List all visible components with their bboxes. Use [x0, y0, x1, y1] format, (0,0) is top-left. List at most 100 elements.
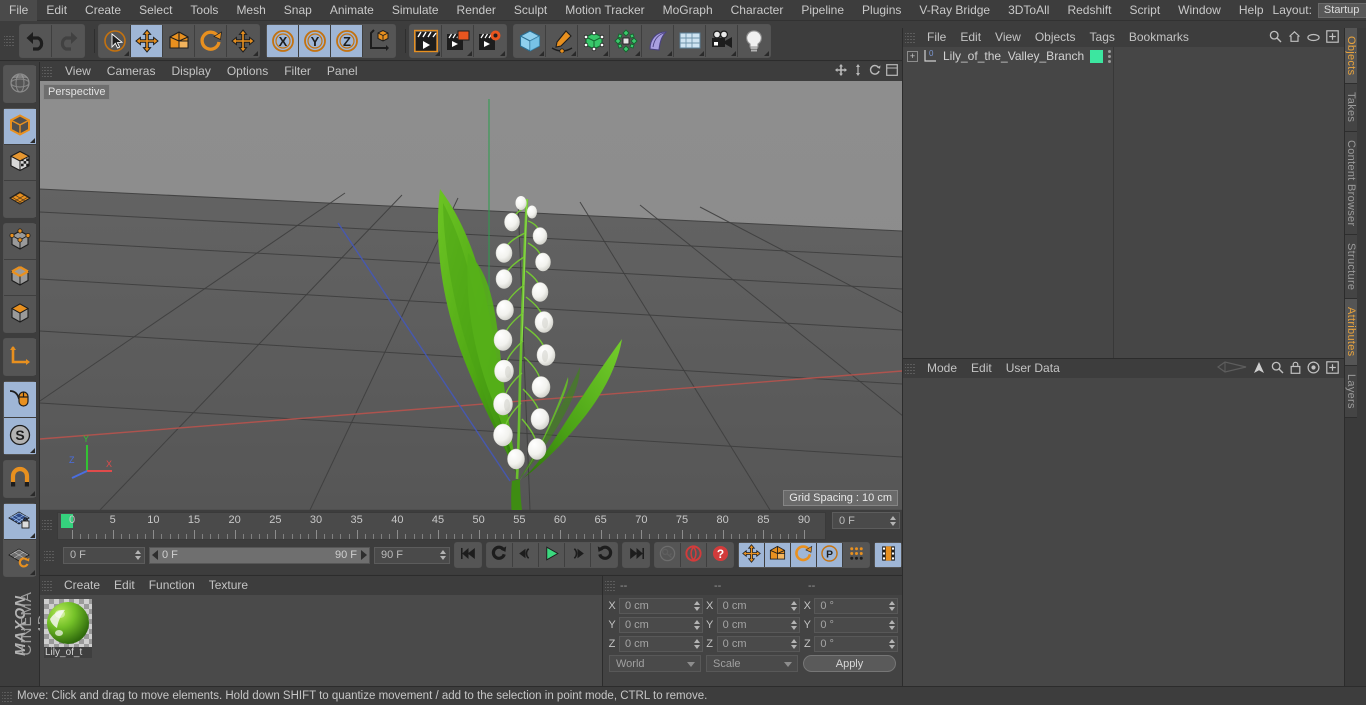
submenu-corner-icon[interactable]: [764, 50, 769, 56]
viewport-solo-button[interactable]: [4, 382, 36, 418]
redo-button[interactable]: [52, 24, 84, 57]
go-to-start-button[interactable]: [455, 543, 481, 567]
render-settings-button[interactable]: [474, 24, 506, 57]
coordinate-system-select[interactable]: World: [609, 655, 701, 672]
end-frame-stepper[interactable]: [440, 549, 446, 561]
add-deformer-button[interactable]: [642, 24, 674, 57]
toolbar-grip[interactable]: [4, 34, 15, 47]
lock-icon[interactable]: [1290, 361, 1301, 377]
model-mode-button[interactable]: [4, 109, 36, 145]
attributes-manager-body[interactable]: [903, 378, 1344, 686]
expand-object-icon[interactable]: +: [907, 50, 918, 62]
move-view-icon[interactable]: [835, 64, 847, 79]
material-item[interactable]: Lily_of_t: [44, 599, 92, 658]
submenu-corner-icon[interactable]: [30, 533, 35, 538]
add-cube-button[interactable]: [514, 24, 546, 57]
material-preview-thumbnail[interactable]: [44, 599, 92, 647]
submenu-corner-icon[interactable]: [30, 138, 35, 143]
menu-item-help[interactable]: Help: [1230, 0, 1273, 21]
rotation-z-field[interactable]: 0 °: [814, 636, 899, 652]
scale-key-button[interactable]: [765, 543, 791, 567]
attributes-manager-menu-mode[interactable]: Mode: [920, 359, 964, 378]
menu-item-redshift[interactable]: Redshift: [1058, 0, 1120, 21]
object-manager-menu-edit[interactable]: Edit: [953, 28, 988, 47]
attributes-manager-menu-user-data[interactable]: User Data: [999, 359, 1067, 378]
polygons-mode-button[interactable]: [4, 296, 36, 332]
attributes-manager-grip[interactable]: [905, 362, 916, 375]
target-icon[interactable]: [1307, 360, 1320, 377]
viewport-grip[interactable]: [42, 65, 53, 78]
submenu-corner-icon[interactable]: [124, 50, 129, 56]
scale-tool-button[interactable]: [163, 24, 195, 57]
attributes-manager-menu-edit[interactable]: Edit: [964, 359, 999, 378]
workplane-lock-button[interactable]: [4, 504, 36, 540]
menu-item-motion-tracker[interactable]: Motion Tracker: [556, 0, 653, 21]
size-z-field[interactable]: 0 cm: [716, 636, 801, 652]
add-mograph-button[interactable]: [610, 24, 642, 57]
apply-button[interactable]: Apply: [803, 655, 896, 672]
position-x-stepper[interactable]: [693, 600, 700, 612]
rotation-x-stepper[interactable]: [889, 600, 896, 612]
ellipse-icon[interactable]: [1307, 31, 1320, 45]
axis-modify-button[interactable]: [4, 339, 36, 375]
vertical-tab-structure[interactable]: Structure: [1345, 235, 1357, 300]
menu-item-pipeline[interactable]: Pipeline: [792, 0, 853, 21]
menu-item-simulate[interactable]: Simulate: [383, 0, 448, 21]
z-axis-lock-button[interactable]: Z: [331, 24, 363, 57]
y-axis-lock-button[interactable]: Y: [299, 24, 331, 57]
history-icon[interactable]: [1216, 361, 1247, 376]
submenu-corner-icon[interactable]: [30, 570, 35, 575]
material-manager-menu-edit[interactable]: Edit: [107, 576, 142, 595]
maximize-view-icon[interactable]: [886, 64, 898, 79]
timeline-range-slider[interactable]: 0 F 90 F: [149, 546, 370, 564]
submenu-corner-icon[interactable]: [539, 50, 544, 56]
add-camera-button[interactable]: [706, 24, 738, 57]
scale-view-icon[interactable]: [852, 64, 864, 79]
pla-key-button[interactable]: P: [817, 543, 843, 567]
rotate-view-icon[interactable]: [869, 64, 881, 79]
submenu-corner-icon[interactable]: [30, 491, 35, 496]
viewport-menu-display[interactable]: Display: [163, 62, 218, 81]
submenu-corner-icon[interactable]: [603, 50, 608, 56]
x-axis-lock-button[interactable]: X: [267, 24, 299, 57]
menu-item-create[interactable]: Create: [76, 0, 130, 21]
menu-item-file[interactable]: File: [0, 0, 38, 21]
end-frame-field[interactable]: 90 F: [374, 546, 450, 564]
object-manager-menu-tags[interactable]: Tags: [1083, 28, 1122, 47]
object-manager-menu-bookmarks[interactable]: Bookmarks: [1122, 28, 1196, 47]
submenu-corner-icon[interactable]: [467, 50, 472, 56]
submenu-corner-icon[interactable]: [635, 50, 640, 56]
menu-item-snap[interactable]: Snap: [275, 0, 321, 21]
status-bar-grip[interactable]: [2, 689, 13, 703]
next-frame-button[interactable]: [565, 543, 591, 567]
record-active-objects-button[interactable]: [655, 543, 681, 567]
transform-mode-select[interactable]: Scale: [706, 655, 798, 672]
object-visibility-dots[interactable]: [1108, 49, 1112, 63]
submenu-corner-icon[interactable]: [253, 50, 258, 56]
world-coordinate-button[interactable]: [363, 24, 395, 57]
timeline-filmstrip-button[interactable]: [875, 543, 901, 567]
object-manager-menu-file[interactable]: File: [920, 28, 953, 47]
position-y-stepper[interactable]: [693, 619, 700, 631]
next-keyframe-button[interactable]: [591, 543, 617, 567]
material-manager-menu-create[interactable]: Create: [57, 576, 107, 595]
vertical-tab-layers[interactable]: Layers: [1345, 365, 1357, 418]
timeline-controls-grip[interactable]: [44, 548, 55, 562]
render-view-button[interactable]: [410, 24, 442, 57]
object-manager-menu-objects[interactable]: Objects: [1028, 28, 1083, 47]
add-spline-button[interactable]: [546, 24, 578, 57]
previous-keyframe-button[interactable]: [487, 543, 513, 567]
object-manager-row[interactable]: + 0 Lily_of_the_Valley_Branch: [903, 47, 1344, 65]
move-alt-tool-button[interactable]: [227, 24, 259, 57]
render-to-picture-viewer-button[interactable]: [442, 24, 474, 57]
vertical-tab-objects[interactable]: Objects: [1345, 28, 1357, 85]
material-manager-menu-function[interactable]: Function: [142, 576, 202, 595]
object-manager-body[interactable]: + 0 Lily_of_the_Valley_Branch: [903, 47, 1344, 358]
material-manager-menu-texture[interactable]: Texture: [202, 576, 255, 595]
size-z-stepper[interactable]: [791, 638, 798, 650]
viewport-menu-panel[interactable]: Panel: [319, 62, 366, 81]
current-frame-field[interactable]: 0 F: [832, 512, 900, 529]
menu-item-sculpt[interactable]: Sculpt: [505, 0, 556, 21]
menu-item-tools[interactable]: Tools: [181, 0, 227, 21]
home-icon[interactable]: [1288, 30, 1301, 46]
